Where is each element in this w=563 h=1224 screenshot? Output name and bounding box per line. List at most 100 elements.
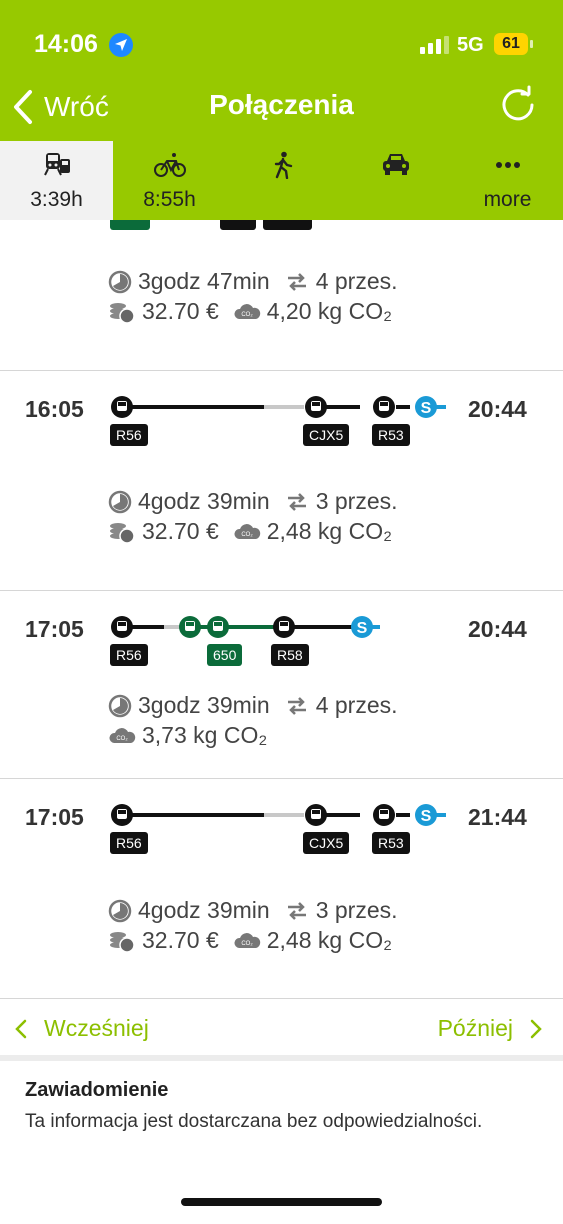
train-icon: [273, 616, 295, 638]
transport-mode-tabs: 3:39h 8:55h more: [0, 141, 563, 220]
status-bar: 14:06 5G 61: [0, 24, 563, 64]
bus-icon: [179, 616, 201, 638]
price-text: 32.70 €: [142, 298, 219, 324]
line-tag: R53: [372, 424, 410, 446]
notice-heading: Zawiadomienie: [25, 1079, 169, 1101]
duration-text: 4godz 39min: [138, 488, 270, 514]
later-button[interactable]: Później: [438, 1015, 543, 1042]
chevron-right-icon: [530, 1019, 542, 1038]
arrival-time: 20:44: [468, 396, 527, 422]
line-tag: R53: [372, 832, 410, 854]
co2-text: 2,48 kg CO₂: [266, 518, 393, 544]
connection-list[interactable]: 3godz 47min 4 przes. 32.70 € CO₂ 4,20 kg…: [0, 220, 563, 998]
arrival-time: 21:44: [468, 804, 527, 830]
line-tag: R58: [271, 644, 309, 666]
tab-label: more: [483, 188, 532, 211]
duration-text: 3godz 47min: [138, 268, 270, 294]
network-type: 5G: [457, 34, 484, 56]
line-tag-partial: [110, 220, 150, 230]
top-bar: 14:06 5G 61 Wróć Połączenia: [0, 0, 563, 141]
svg-text:S: S: [421, 400, 432, 417]
price-text: 32.70 €: [142, 927, 219, 953]
co2-cloud-icon: CO₂: [234, 932, 260, 948]
tab-public-transport[interactable]: 3:39h: [0, 141, 113, 220]
duration-transfers-row: 3godz 47min 4 przes.: [108, 268, 398, 295]
pagination-bar: Wcześniej Później: [0, 998, 563, 1056]
price-co2-row: 32.70 € CO₂ 4,20 kg CO₂: [108, 298, 392, 325]
duration-text: 4godz 39min: [138, 897, 270, 923]
train-icon: [305, 396, 327, 418]
svg-text:S: S: [357, 620, 368, 637]
clock-icon: [108, 694, 132, 717]
navigation-bar: Wróć Połączenia: [0, 75, 563, 137]
transfers-text: 3 przes.: [315, 488, 398, 514]
route-diagram: S: [111, 804, 446, 826]
walking-icon: [274, 151, 292, 179]
train-icon: [111, 396, 133, 418]
co2-text: 2,48 kg CO₂: [266, 927, 393, 953]
status-time: 14:06: [34, 30, 98, 58]
transfers-text: 4 przes.: [315, 268, 398, 294]
co2-cloud-icon: CO₂: [234, 303, 260, 319]
earlier-label: Wcześniej: [44, 1015, 149, 1041]
route-diagram: S: [111, 396, 446, 418]
transfer-icon: [287, 696, 306, 715]
tab-label: 3:39h: [30, 188, 83, 211]
clock-icon: [108, 270, 132, 293]
svg-text:CO₂: CO₂: [241, 532, 253, 538]
tab-walking[interactable]: [226, 141, 339, 220]
location-arrow-icon: [109, 33, 133, 57]
clock-icon: [108, 899, 132, 922]
train-icon: [111, 804, 133, 826]
bus-icon: [207, 616, 229, 638]
tab-more[interactable]: more: [452, 141, 563, 220]
s-bahn-icon: S: [415, 804, 437, 826]
svg-text:CO₂: CO₂: [116, 736, 128, 742]
train-icon: [373, 396, 395, 418]
duration-transfers-row: 4godz 39min 3 przes.: [108, 897, 398, 924]
line-tag: R56: [110, 424, 148, 446]
transfer-icon: [287, 492, 306, 511]
price-co2-row: 32.70 € CO₂ 2,48 kg CO₂: [108, 518, 392, 545]
transfers-text: 4 przes.: [315, 692, 398, 718]
cellular-signal-icon: [420, 36, 449, 54]
departure-time: 16:05: [25, 396, 84, 422]
line-tag: CJX5: [303, 832, 350, 854]
refresh-icon[interactable]: [498, 85, 538, 125]
co2-text: 3,73 kg CO₂: [142, 722, 268, 748]
svg-text:CO₂: CO₂: [241, 941, 253, 947]
home-indicator[interactable]: [181, 1198, 382, 1206]
svg-text:S: S: [421, 808, 432, 825]
train-bus-icon: [43, 153, 70, 176]
tab-bicycle[interactable]: 8:55h: [113, 141, 226, 220]
duration-text: 3godz 39min: [138, 692, 270, 718]
line-tag-partial: [220, 220, 256, 230]
transfer-icon: [287, 272, 306, 291]
train-icon: [373, 804, 395, 826]
coins-icon: [110, 302, 135, 324]
line-tag-partial: [263, 220, 312, 230]
duration-transfers-row: 3godz 39min 4 przes.: [108, 692, 398, 719]
divider: [0, 370, 563, 371]
notice-text: Ta informacja jest dostarczana bez odpow…: [25, 1111, 483, 1132]
tab-label: 8:55h: [143, 188, 196, 211]
transfers-text: 3 przes.: [315, 897, 398, 923]
co2-text: 4,20 kg CO₂: [266, 298, 393, 324]
page-title: Połączenia: [209, 89, 354, 120]
train-icon: [305, 804, 327, 826]
s-bahn-icon: S: [415, 396, 437, 418]
departure-time: 17:05: [25, 804, 84, 830]
arrival-time: 20:44: [468, 616, 527, 642]
duration-transfers-row: 4godz 39min 3 przes.: [108, 488, 398, 515]
battery-tip: [530, 40, 533, 48]
co2-row: CO₂ 3,73 kg CO₂: [108, 722, 267, 749]
tab-car[interactable]: [339, 141, 452, 220]
departure-time: 17:05: [25, 616, 84, 642]
divider: [0, 590, 563, 591]
earlier-button[interactable]: Wcześniej: [14, 1015, 149, 1042]
bicycle-icon: [153, 153, 186, 177]
co2-cloud-icon: CO₂: [109, 727, 136, 743]
line-tag: R56: [110, 832, 148, 854]
car-icon: [382, 154, 409, 175]
clock-icon: [108, 490, 132, 513]
